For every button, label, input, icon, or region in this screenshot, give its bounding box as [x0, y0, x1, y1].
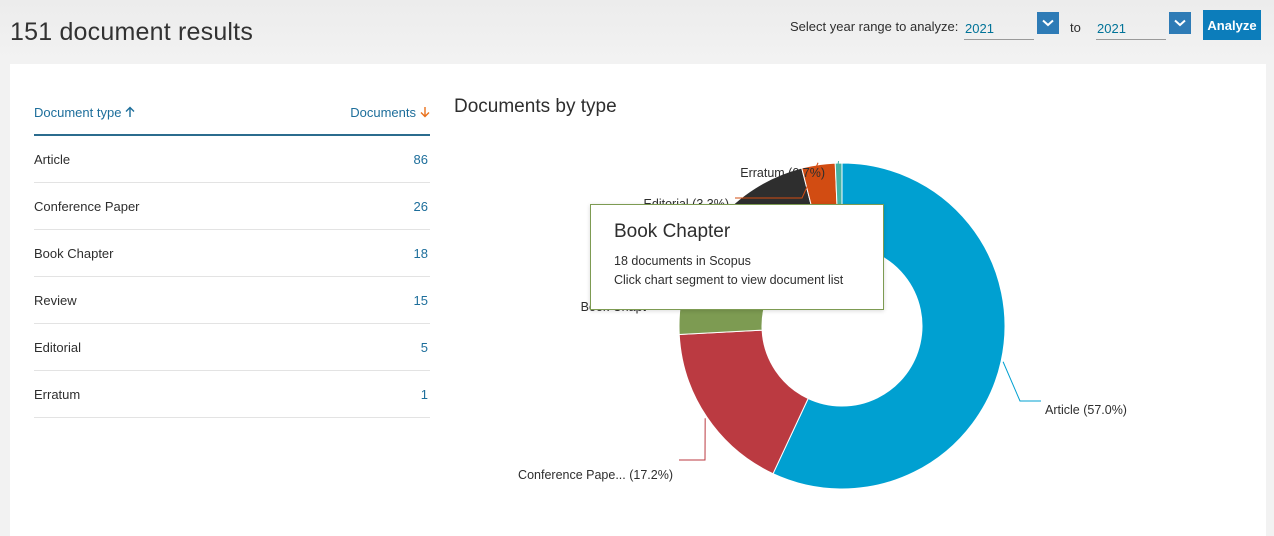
from-year-select[interactable]: 2021: [964, 10, 1059, 40]
analysis-card: Document type Documents Article 86 Confe…: [10, 64, 1266, 536]
chevron-down-icon[interactable]: [1169, 12, 1191, 34]
slice-label: Conference Pape... (17.2%): [518, 468, 673, 482]
leader-line: [1002, 361, 1041, 402]
leader-line: [679, 418, 706, 461]
slice-label: Article (57.0%): [1045, 403, 1127, 417]
tooltip-title: Book Chapter: [614, 221, 731, 242]
year-range-label-text: Select year range to analyze:: [790, 18, 959, 34]
results-title: 151 document results: [10, 18, 254, 46]
to-year-select[interactable]: 2021: [1096, 10, 1191, 40]
tooltip-line-hint: Click chart segment to view document lis…: [614, 273, 844, 287]
from-year-value: 2021: [964, 12, 1034, 40]
slice-label: Erratum (0.7%): [740, 166, 825, 180]
to-label: to: [1070, 20, 1081, 35]
year-range-label: Select year range to analyze:: [790, 12, 958, 40]
chart-tooltip: Book Chapter 18 documents in Scopus Clic…: [590, 204, 884, 310]
analyze-button[interactable]: Analyze: [1203, 10, 1261, 40]
chevron-down-icon[interactable]: [1037, 12, 1059, 34]
to-year-value: 2021: [1096, 12, 1166, 40]
tooltip-line-count: 18 documents in Scopus: [614, 254, 751, 268]
